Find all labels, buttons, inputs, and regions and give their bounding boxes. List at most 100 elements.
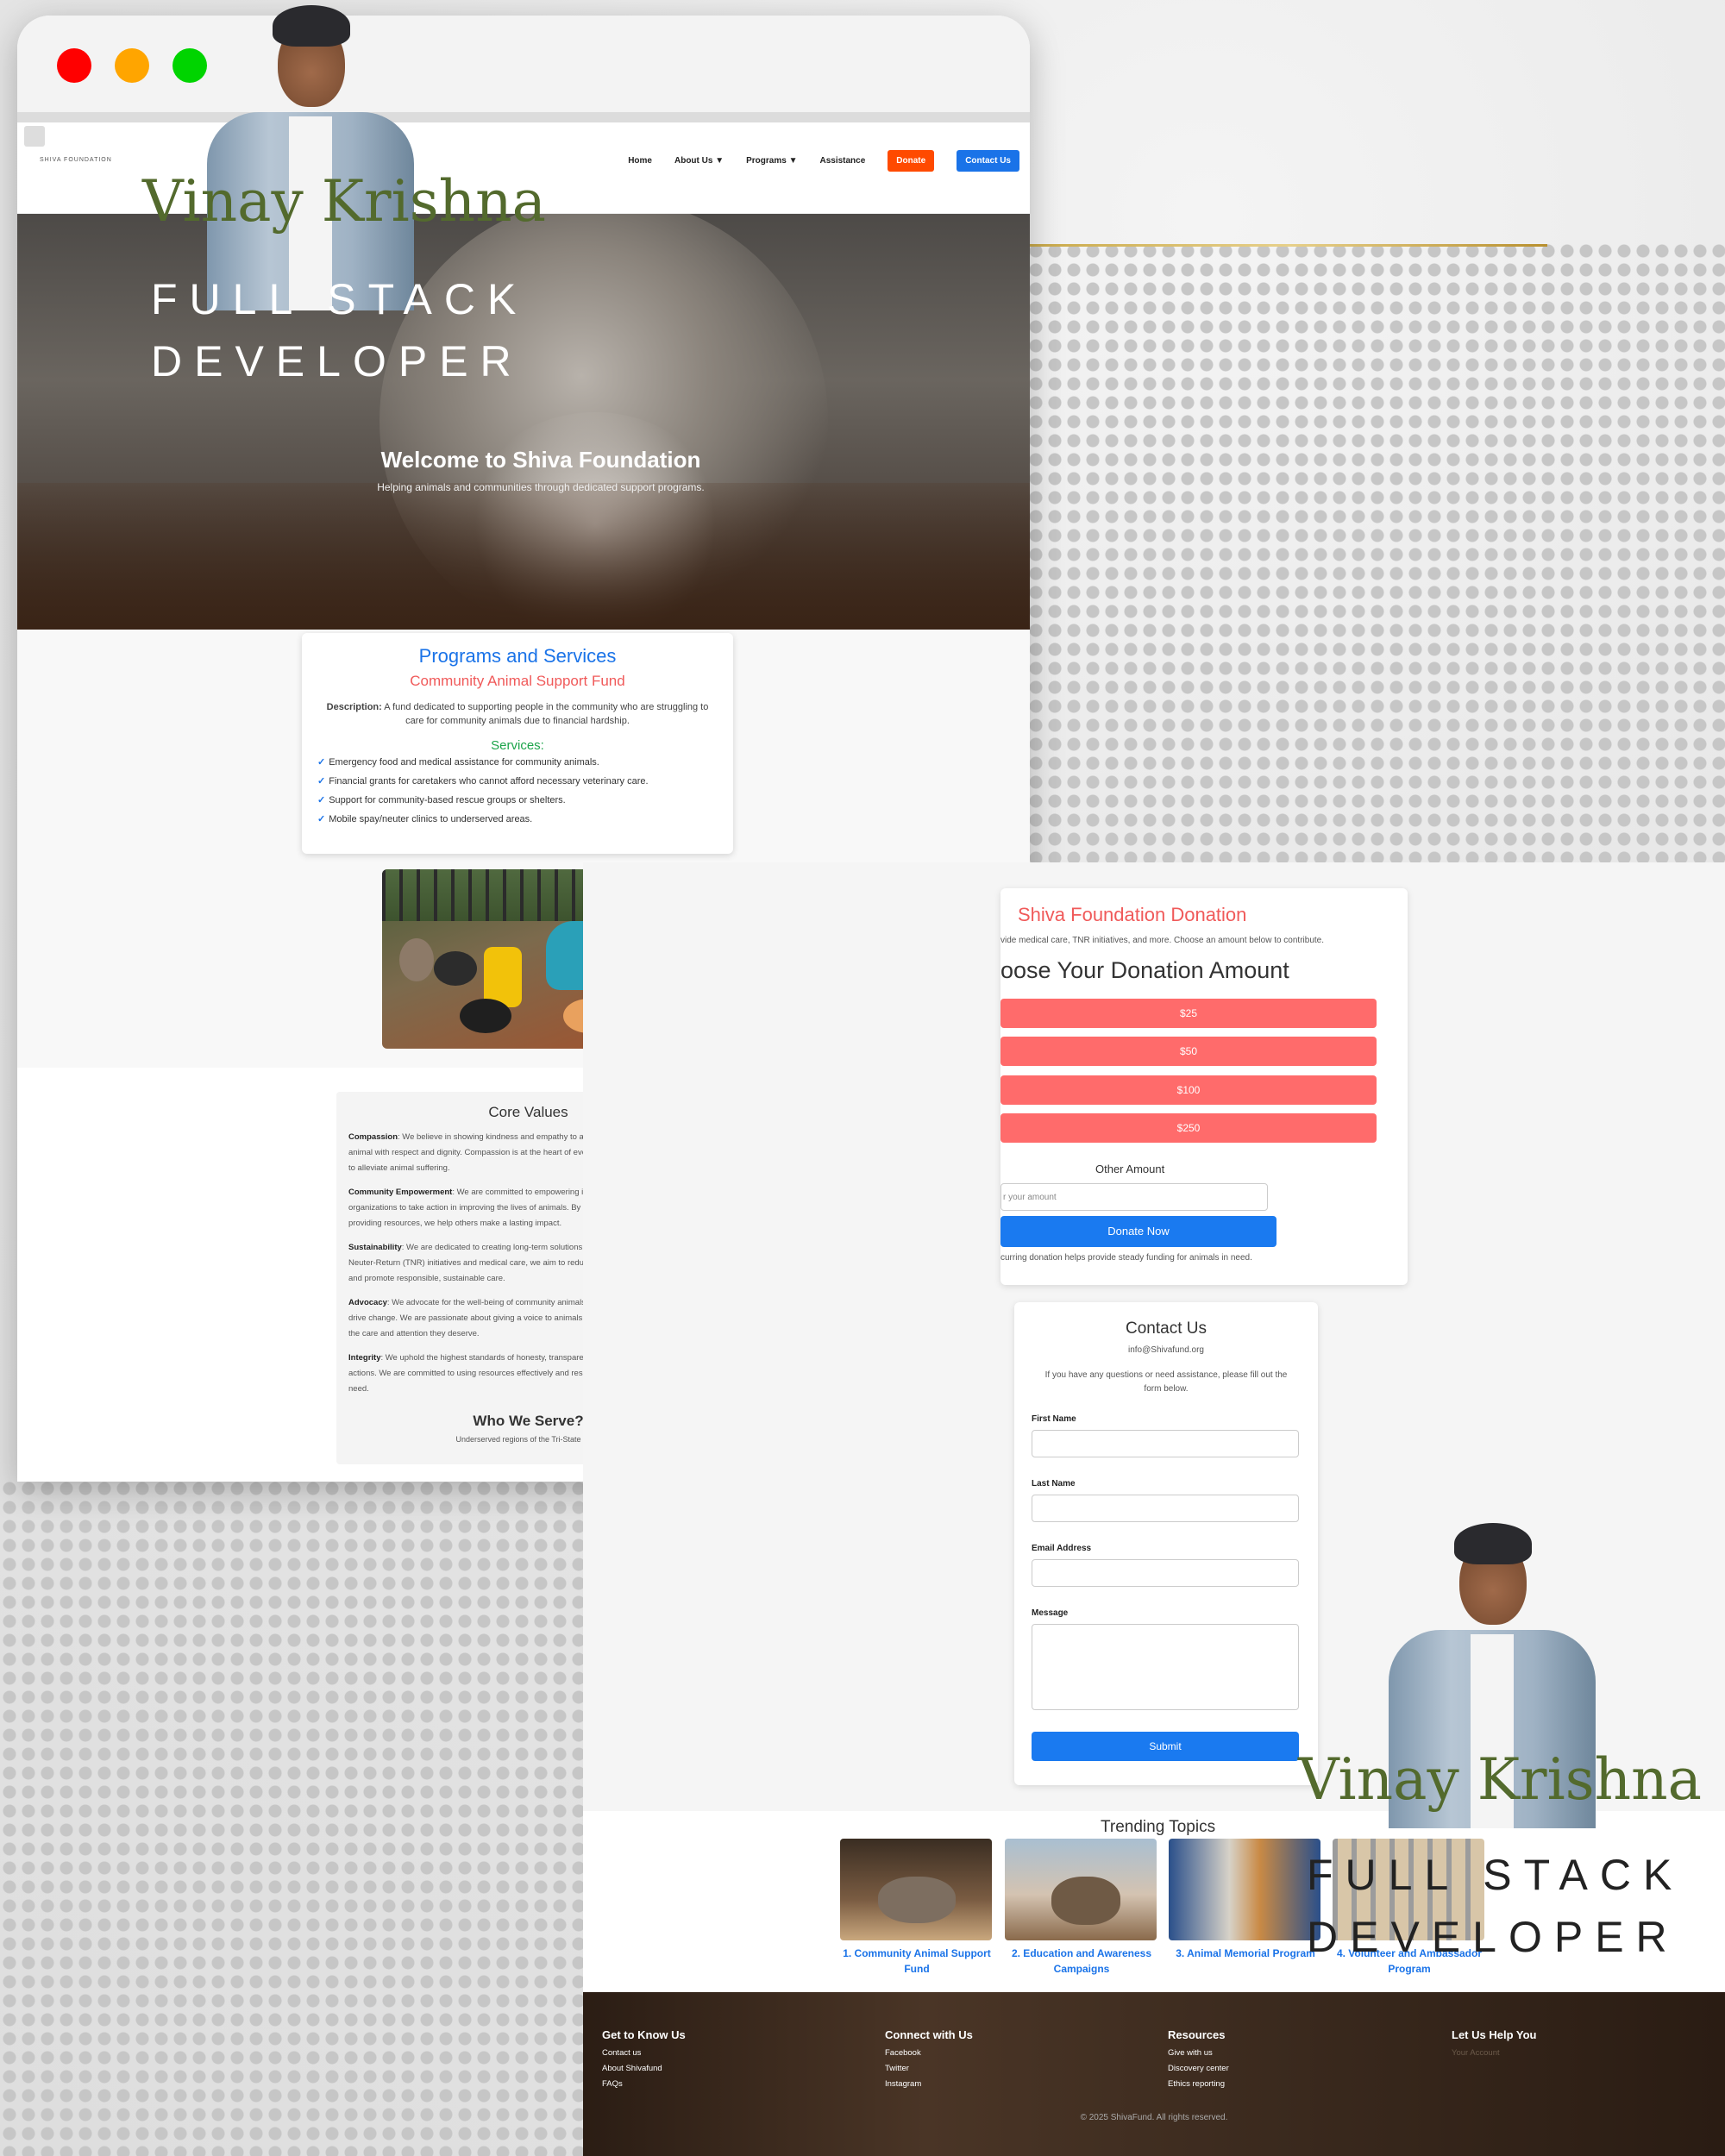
donation-card: Shiva Foundation Donation vide medical c… — [1000, 888, 1408, 1285]
footer-heading: Resources — [1168, 2028, 1226, 2041]
service-item: ✓ Emergency food and medical assistance f… — [317, 756, 733, 768]
contact-title: Contact Us — [1126, 1319, 1207, 1338]
first-name-label: First Name — [1032, 1414, 1076, 1424]
check-icon: ✓ — [317, 776, 326, 787]
footer-link[interactable]: Ethics reporting — [1168, 2079, 1229, 2089]
service-item: ✓ Mobile spay/neuter clinics to underserv… — [317, 813, 733, 824]
other-amount-label: Other Amount — [1095, 1163, 1165, 1175]
portrait-hair — [273, 5, 350, 47]
trending-image[interactable] — [1169, 1839, 1320, 1940]
fund-description: Description: A fund dedicated to support… — [323, 700, 712, 728]
secondary-page-view: Shiva Foundation Donation vide medical c… — [583, 862, 1725, 2156]
footer-link[interactable]: FAQs — [602, 2079, 686, 2089]
footer-heading: Get to Know Us — [602, 2028, 686, 2041]
gold-line-top — [1030, 244, 1547, 247]
contact-help-text: If you have any questions or need assist… — [1044, 1370, 1288, 1394]
trending-caption[interactable]: 2. Education and Awareness Campaigns — [1005, 1946, 1158, 1977]
contact-us-button[interactable]: Contact Us — [957, 150, 1019, 172]
trending-item[interactable]: 2. Education and Awareness Campaigns — [1005, 1839, 1158, 1977]
hero-subtitle: Helping animals and communities through … — [377, 481, 705, 493]
trending-image[interactable] — [1005, 1839, 1157, 1940]
fund-name: Community Animal Support Fund — [410, 673, 625, 689]
dot-pattern-bottom-left — [0, 1479, 583, 2156]
service-text: Financial grants for caretakers who cann… — [329, 776, 649, 787]
nav-programs[interactable]: Programs ▼ — [746, 156, 797, 166]
message-textarea[interactable] — [1032, 1624, 1299, 1710]
footer-col-get-to-know: Get to Know Us Contact us About Shivafun… — [602, 2028, 686, 2095]
footer-link[interactable]: Your Account — [1452, 2048, 1536, 2058]
cat-shape — [878, 1877, 956, 1923]
trending-topics-section: Trending Topics 1. Community Animal Supp… — [583, 1811, 1725, 1992]
menu-icon[interactable] — [24, 126, 45, 147]
message-label: Message — [1032, 1608, 1069, 1618]
close-window-button[interactable] — [57, 48, 91, 83]
last-name-field[interactable] — [1032, 1495, 1299, 1522]
footer-link[interactable]: About Shivafund — [602, 2064, 686, 2073]
value-label: Integrity — [348, 1353, 381, 1363]
nav-assistance[interactable]: Assistance — [819, 156, 865, 166]
trending-item[interactable]: 1. Community Animal Support Fund — [840, 1839, 994, 1977]
site-logo[interactable]: SHIVA FOUNDATION — [40, 157, 112, 163]
footer-col-help: Let Us Help You Your Account — [1452, 2028, 1536, 2064]
trending-caption[interactable]: 1. Community Animal Support Fund — [840, 1946, 994, 1977]
description-text: A fund dedicated to supporting people in… — [384, 702, 709, 726]
footer-link[interactable]: Discovery center — [1168, 2064, 1229, 2073]
hero-floor — [17, 483, 1030, 630]
email-field[interactable] — [1032, 1559, 1299, 1587]
check-icon: ✓ — [317, 795, 326, 805]
amount-250-button[interactable]: $250 — [1000, 1113, 1377, 1143]
footer-link[interactable]: Give with us — [1168, 2048, 1229, 2058]
donate-now-button[interactable]: Donate Now — [1000, 1216, 1276, 1247]
service-text: Emergency food and medical assistance fo… — [329, 757, 599, 768]
footer-col-resources: Resources Give with us Discovery center … — [1168, 2028, 1229, 2095]
developer-name-bottom: Vinay Krishna — [1298, 1746, 1702, 1813]
dot-pattern-top-right — [1026, 241, 1725, 862]
choose-amount-heading: oose Your Donation Amount — [1000, 957, 1289, 983]
nav-about-us[interactable]: About Us ▼ — [674, 156, 724, 166]
window-titlebar — [17, 16, 1030, 122]
amount-25-button[interactable]: $25 — [1000, 999, 1377, 1028]
footer-link[interactable]: Twitter — [885, 2064, 973, 2073]
value-label: Community Empowerment — [348, 1188, 453, 1197]
photo-cat — [434, 951, 477, 986]
amount-50-button[interactable]: $50 — [1000, 1037, 1377, 1066]
programs-heading: Programs and Services — [418, 645, 617, 667]
maximize-window-button[interactable] — [172, 48, 207, 83]
trending-caption[interactable]: 3. Animal Memorial Program — [1169, 1946, 1322, 1961]
trending-title: Trending Topics — [1101, 1818, 1216, 1836]
developer-role-line1-bottom: FULL STACK — [1307, 1851, 1684, 1899]
donate-button[interactable]: Donate — [888, 150, 935, 172]
footer-link[interactable]: Contact us — [602, 2048, 686, 2058]
service-text: Mobile spay/neuter clinics to underserve… — [329, 814, 533, 824]
footer-link[interactable]: Facebook — [885, 2048, 973, 2058]
contact-form-card: Contact Us info@Shivafund.org If you hav… — [1014, 1302, 1318, 1785]
cat-shape — [1051, 1877, 1120, 1925]
minimize-window-button[interactable] — [115, 48, 149, 83]
service-item: ✓ Financial grants for caretakers who can… — [317, 775, 733, 787]
contact-email: info@Shivafund.org — [1128, 1345, 1204, 1355]
amount-100-button[interactable]: $100 — [1000, 1075, 1377, 1105]
trending-item[interactable]: 3. Animal Memorial Program — [1169, 1839, 1322, 1961]
developer-portrait-top — [207, 0, 414, 310]
donation-title: Shiva Foundation Donation — [1018, 904, 1247, 925]
programs-card: Programs and Services Community Animal S… — [302, 633, 733, 854]
footer-heading: Connect with Us — [885, 2028, 973, 2041]
nav-home[interactable]: Home — [628, 156, 652, 166]
hero-title: Welcome to Shiva Foundation — [380, 447, 701, 473]
value-label: Compassion — [348, 1132, 398, 1142]
developer-role-line1-top: FULL STACK — [151, 275, 529, 323]
last-name-label: Last Name — [1032, 1479, 1076, 1489]
footer-heading: Let Us Help You — [1452, 2028, 1537, 2041]
portrait-hair — [1454, 1523, 1532, 1564]
developer-name-top: Vinay Krishna — [142, 168, 546, 235]
other-amount-input[interactable]: r your amount — [1000, 1183, 1268, 1211]
check-icon: ✓ — [317, 757, 326, 768]
developer-role-line2-top: DEVELOPER — [151, 337, 524, 385]
footer-col-connect: Connect with Us Facebook Twitter Instagr… — [885, 2028, 973, 2095]
first-name-field[interactable] — [1032, 1430, 1299, 1457]
submit-button[interactable]: Submit — [1032, 1732, 1299, 1761]
trending-image[interactable] — [840, 1839, 992, 1940]
copyright: © 2025 ShivaFund. All rights reserved. — [1080, 2113, 1228, 2122]
description-label: Description: — [326, 702, 382, 712]
footer-link[interactable]: Instagram — [885, 2079, 973, 2089]
